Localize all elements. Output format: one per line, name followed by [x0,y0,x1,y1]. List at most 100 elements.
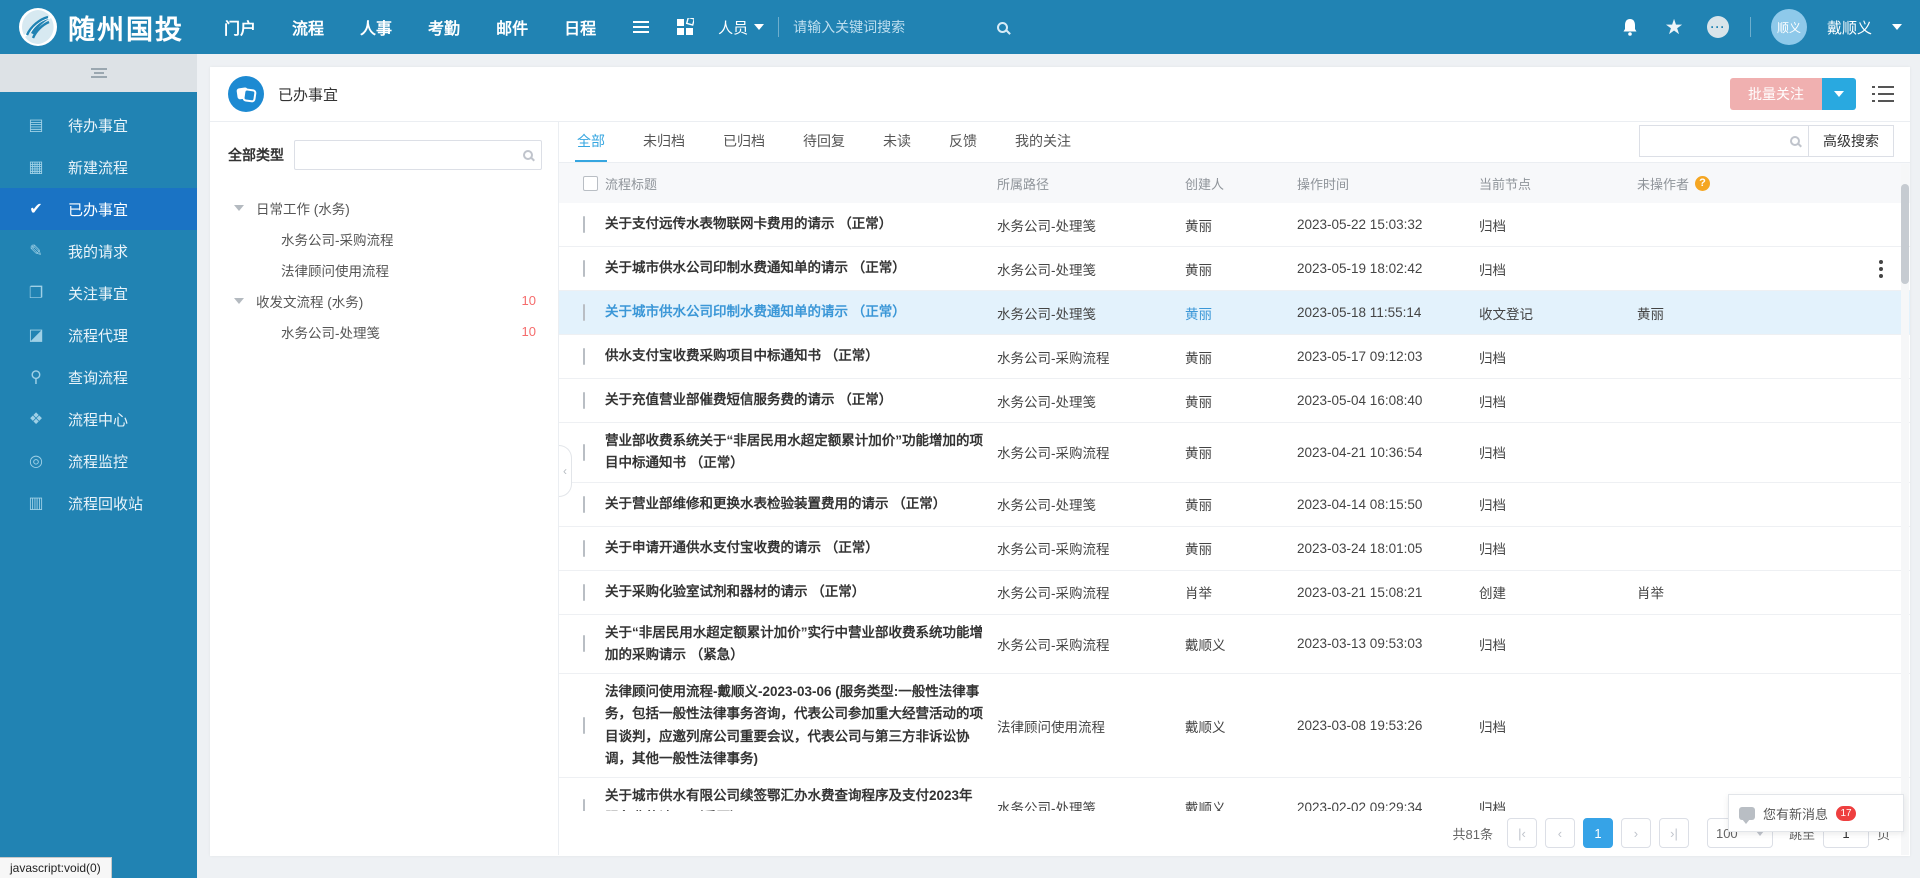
filter-tab[interactable]: 反馈 [947,131,979,162]
page-number-button[interactable]: 1 [1583,818,1613,848]
row-title[interactable]: 关于城市供水公司印制水费通知单的请示 （正常） [605,301,997,323]
row-checkbox[interactable] [583,444,585,461]
filter-tab[interactable]: 待回复 [801,131,847,162]
row-checkbox[interactable] [583,216,585,233]
favorites-star-icon[interactable]: ★ [1662,15,1686,39]
row-title[interactable]: 关于支付远传水表物联网卡费用的请示 （正常） [605,213,997,235]
row-checkbox[interactable] [583,496,585,513]
global-search[interactable]: 请输入关键词搜索 [793,17,1008,37]
table-row[interactable]: 关于城市供水有限公司续签鄂汇办水费查询程序及支付2023年服务费的请示 （重要）… [559,778,1910,811]
row-time: 2023-05-04 16:08:40 [1297,393,1479,408]
first-page-button[interactable]: |‹ [1507,818,1537,848]
row-title[interactable]: 营业部收费系统关于“非居民用水超定额累计加价”功能增加的项目中标通知书 （正常） [605,430,997,475]
row-title[interactable]: 供水支付宝收费采购项目中标通知书 （正常） [605,345,997,367]
tree-collapse-handle[interactable]: ‹ [559,445,572,497]
row-checkbox[interactable] [583,584,585,601]
sidebar-item[interactable]: ⚲ 查询流程 [0,356,197,398]
table-row[interactable]: 关于城市供水公司印制水费通知单的请示 （正常） 水务公司-处理笺 黄丽 2023… [559,247,1910,291]
notification-bell-icon[interactable] [1618,15,1642,39]
filter-tab[interactable]: 我的关注 [1013,131,1073,162]
scrollbar-thumb[interactable] [1901,184,1909,284]
row-title[interactable]: 关于城市供水有限公司续签鄂汇办水费查询程序及支付2023年服务费的请示 （重要） [605,785,997,811]
last-page-button[interactable]: ›| [1659,818,1689,848]
sidebar-item[interactable]: ◎ 流程监控 [0,440,197,482]
prev-page-button[interactable]: ‹ [1545,818,1575,848]
batch-follow-dropdown-button[interactable] [1822,78,1856,110]
table-row[interactable]: 关于采购化验室试剂和器材的请示 （正常） 水务公司-采购流程 肖举 2023-0… [559,571,1910,615]
tree-node[interactable]: 水务公司-采购流程 [228,223,542,254]
filter-tab[interactable]: 已归档 [721,131,767,162]
row-title[interactable]: 关于采购化验室试剂和器材的请示 （正常） [605,581,997,603]
search-icon[interactable] [997,22,1008,33]
type-filter-search-icon[interactable] [523,150,533,160]
row-checkbox[interactable] [583,304,585,321]
sidebar-item[interactable]: ◪ 流程代理 [0,314,197,356]
table-row[interactable]: 营业部收费系统关于“非居民用水超定额累计加价”功能增加的项目中标通知书 （正常）… [559,423,1910,483]
menu-item[interactable]: 日程 [564,15,596,39]
user-chevron-down-icon[interactable] [1892,24,1902,30]
tree-node[interactable]: 日常工作 (水务) [228,192,542,223]
table-row[interactable]: 关于“非居民用水超定额累计加价”实行中营业部收费系统功能增加的采购请示 （紧急）… [559,615,1910,675]
messages-ellipsis-icon[interactable]: ··· [1706,15,1730,39]
row-actions-kebab-icon[interactable] [1872,260,1890,278]
sidebar-item-icon: ▥ [26,493,46,513]
menu-item[interactable]: 考勤 [428,15,460,39]
table-row[interactable]: 关于申请开通供水支付宝收费的请示 （正常） 水务公司-采购流程 黄丽 2023-… [559,527,1910,571]
sidebar-item[interactable]: ▤ 待办事宜 [0,104,197,146]
row-title[interactable]: 法律顾问使用流程-戴顺义-2023-03-06 (服务类型:一般性法律事务，包括… [605,681,997,770]
menu-item[interactable]: 邮件 [496,15,528,39]
hamburger-menu-icon[interactable] [624,10,658,44]
new-message-toast[interactable]: 您有新消息 17 [1728,794,1904,832]
tree-node[interactable]: 水务公司-处理笺 10 [228,316,542,347]
table-row[interactable]: 关于营业部维修和更换水表检验装置费用的请示 （正常） 水务公司-处理笺 黄丽 2… [559,483,1910,527]
sidebar-item[interactable]: ▦ 新建流程 [0,146,197,188]
sidebar-item[interactable]: ▥ 流程回收站 [0,482,197,524]
help-icon[interactable]: ? [1695,176,1710,191]
advanced-search-button[interactable]: 高级搜索 [1808,126,1893,156]
batch-follow-button[interactable]: 批量关注 [1730,78,1822,110]
tree-expander-icon[interactable] [234,298,244,304]
select-all-checkbox[interactable] [583,176,598,191]
row-checkbox[interactable] [583,348,585,365]
filter-tab[interactable]: 未归档 [641,131,687,162]
user-name[interactable]: 戴顺义 [1827,17,1872,38]
table-search-icon[interactable] [1790,136,1800,146]
row-title[interactable]: 关于充值营业部催费短信服务费的请示 （正常） [605,389,997,411]
col-creator: 创建人 [1185,174,1297,193]
filter-tab[interactable]: 全部 [575,131,607,162]
tree-node[interactable]: 法律顾问使用流程 [228,254,542,285]
row-checkbox[interactable] [583,635,585,652]
menu-item[interactable]: 门户 [224,15,256,39]
sidebar-item[interactable]: ❐ 关注事宜 [0,272,197,314]
table-row[interactable]: 关于支付远传水表物联网卡费用的请示 （正常） 水务公司-处理笺 黄丽 2023-… [559,203,1910,247]
sidebar-item[interactable]: ❖ 流程中心 [0,398,197,440]
app-launcher-icon[interactable] [668,10,702,44]
row-title[interactable]: 关于城市供水公司印制水费通知单的请示 （正常） [605,257,997,279]
table-row[interactable]: 供水支付宝收费采购项目中标通知书 （正常） 水务公司-采购流程 黄丽 2023-… [559,335,1910,379]
row-checkbox[interactable] [583,392,585,409]
menu-item[interactable]: 人事 [360,15,392,39]
table-row[interactable]: 关于城市供水公司印制水费通知单的请示 （正常） 水务公司-处理笺 黄丽 2023… [559,291,1910,335]
filter-tab[interactable]: 未读 [881,131,913,162]
avatar[interactable]: 顺义 [1771,9,1807,45]
row-checkbox[interactable] [583,540,585,557]
person-scope-dropdown[interactable]: 人员 [718,17,764,38]
sidebar-collapse-button[interactable] [0,54,197,92]
row-checkbox[interactable] [583,260,585,277]
sidebar-item[interactable]: ✔ 已办事宜 [0,188,197,230]
type-filter-input[interactable] [303,148,523,163]
tree-node[interactable]: 收发文流程 (水务) 10 [228,285,542,316]
tree-expander-icon[interactable] [234,205,244,211]
row-checkbox[interactable] [583,799,585,811]
table-row[interactable]: 法律顾问使用流程-戴顺义-2023-03-06 (服务类型:一般性法律事务，包括… [559,674,1910,778]
row-title[interactable]: 关于营业部维修和更换水表检验装置费用的请示 （正常） [605,493,997,515]
table-row[interactable]: 关于充值营业部催费短信服务费的请示 （正常） 水务公司-处理笺 黄丽 2023-… [559,379,1910,423]
menu-item[interactable]: 流程 [292,15,324,39]
table-search-input[interactable] [1648,134,1790,149]
view-options-icon[interactable] [1872,86,1894,102]
sidebar-item[interactable]: ✎ 我的请求 [0,230,197,272]
row-checkbox[interactable] [583,717,585,734]
row-title[interactable]: 关于“非居民用水超定额累计加价”实行中营业部收费系统功能增加的采购请示 （紧急） [605,622,997,667]
row-title[interactable]: 关于申请开通供水支付宝收费的请示 （正常） [605,537,997,559]
next-page-button[interactable]: › [1621,818,1651,848]
